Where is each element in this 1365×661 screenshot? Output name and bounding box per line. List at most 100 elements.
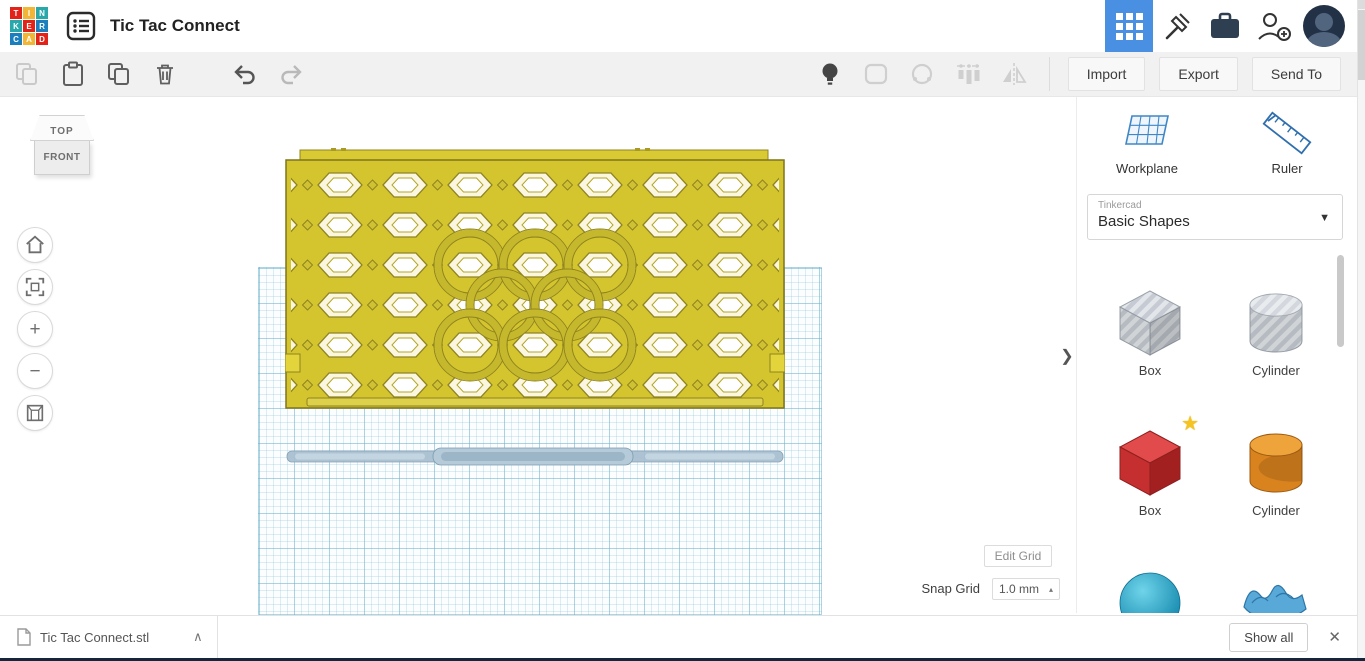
toolbar-adjust-group — [815, 59, 1029, 89]
undo-button[interactable] — [230, 59, 260, 89]
shape-cylinder-orange[interactable]: Cylinder — [1213, 409, 1339, 549]
logo-tile: E — [23, 20, 35, 32]
group-button[interactable] — [861, 59, 891, 89]
export-button[interactable]: Export — [1159, 57, 1237, 91]
shape-category-dropdown[interactable]: Tinkercad Basic Shapes ▼ — [1087, 194, 1343, 240]
edit-grid-button[interactable]: Edit Grid — [984, 545, 1052, 567]
view-cube-top-face[interactable]: TOP — [30, 115, 94, 141]
redo-button[interactable] — [276, 59, 306, 89]
tools-button[interactable] — [1153, 0, 1201, 52]
header-actions — [1105, 0, 1357, 52]
snap-grid-select[interactable]: 1.0 mm ▴ — [992, 578, 1060, 600]
paste-button[interactable] — [58, 59, 88, 89]
model-flat-part[interactable] — [285, 444, 785, 468]
send-to-button[interactable]: Send To — [1252, 57, 1341, 91]
scroll-up-arrow[interactable] — [1358, 0, 1365, 9]
toolbar-edit-group — [12, 59, 306, 89]
logo-tile: A — [23, 33, 35, 45]
logo-tile: C — [10, 33, 22, 45]
design-canvas[interactable]: TOP FRONT + − — [0, 97, 1076, 615]
chevron-down-icon: ▼ — [1319, 212, 1330, 224]
window-scrollbar[interactable] — [1357, 0, 1365, 658]
shape-scribble-blue[interactable] — [1213, 549, 1339, 613]
align-button[interactable] — [953, 59, 983, 89]
import-button[interactable]: Import — [1068, 57, 1146, 91]
workplane-tool[interactable]: Workplane — [1077, 111, 1217, 176]
copy-button[interactable] — [12, 59, 42, 89]
shape-label: Box — [1139, 363, 1161, 378]
duplicate-icon — [106, 61, 132, 87]
perspective-toggle-button[interactable] — [17, 395, 53, 431]
fit-view-button[interactable] — [17, 269, 53, 305]
light-preview-button[interactable] — [815, 59, 845, 89]
ruler-tool-label: Ruler — [1271, 161, 1302, 176]
shape-category-value: Basic Shapes — [1098, 213, 1332, 230]
zoom-out-button[interactable]: − — [17, 353, 53, 389]
list-menu-icon — [65, 10, 97, 42]
trash-icon — [152, 61, 178, 87]
ungroup-shapes-icon — [908, 61, 936, 87]
sphere-teal-icon — [1110, 561, 1190, 613]
home-view-button[interactable] — [17, 227, 53, 263]
designs-menu-button[interactable] — [64, 9, 98, 43]
undo-icon — [231, 61, 259, 87]
panel-scrollbar-thumb[interactable] — [1337, 255, 1344, 347]
person-plus-icon — [1254, 8, 1292, 44]
cylinder-orange-icon — [1236, 421, 1316, 501]
blocks-view-button[interactable] — [1105, 0, 1153, 52]
avatar-silhouette — [1315, 13, 1333, 31]
hammer-icon — [1160, 9, 1194, 43]
shape-box-red[interactable]: ★ Box — [1087, 409, 1213, 549]
shape-cylinder-striped[interactable]: Cylinder — [1213, 269, 1339, 409]
group-shapes-icon — [862, 61, 890, 87]
scrollbar-thumb[interactable] — [1358, 10, 1365, 80]
briefcase-button[interactable] — [1201, 0, 1249, 52]
show-all-button[interactable]: Show all — [1229, 623, 1308, 652]
imported-file-name: Tic Tac Connect.stl — [40, 630, 149, 645]
lightbulb-icon — [817, 60, 843, 88]
redo-icon — [277, 61, 305, 87]
view-controls: + − — [17, 227, 53, 431]
imported-file-tab[interactable]: Tic Tac Connect.stl ∧ — [0, 616, 217, 658]
workplane-icon — [1120, 111, 1174, 155]
tinkercad-logo[interactable]: T I N K E R C A D — [10, 7, 48, 45]
cylinder-striped-icon — [1236, 281, 1316, 361]
logo-tile: I — [23, 7, 35, 19]
shape-category-caption: Tinkercad — [1098, 200, 1332, 211]
snap-grid-value: 1.0 mm — [999, 582, 1039, 596]
ruler-icon — [1260, 111, 1314, 155]
duplicate-button[interactable] — [104, 59, 134, 89]
shape-sphere-teal[interactable] — [1087, 549, 1213, 613]
avatar[interactable] — [1303, 5, 1345, 47]
zoom-in-button[interactable]: + — [17, 311, 53, 347]
tinkercad-app: T I N K E R C A D Tic Tac Connect — [0, 0, 1365, 661]
delete-button[interactable] — [150, 59, 180, 89]
close-icon[interactable]: ✕ — [1328, 628, 1341, 646]
header: T I N K E R C A D Tic Tac Connect — [0, 0, 1357, 52]
logo-tile: R — [36, 20, 48, 32]
spinner-up-icon[interactable]: ▴ — [1049, 585, 1053, 594]
workplane-tool-label: Workplane — [1116, 161, 1178, 176]
ungroup-button[interactable] — [907, 59, 937, 89]
add-user-button[interactable] — [1249, 0, 1297, 52]
file-icon — [16, 628, 32, 646]
fit-view-icon — [24, 276, 46, 298]
design-title[interactable]: Tic Tac Connect — [110, 16, 240, 36]
snap-grid-label: Snap Grid — [900, 581, 980, 596]
toolbar-io-group: Import Export Send To — [1049, 57, 1341, 91]
blocks-grid-icon — [1116, 13, 1143, 40]
shapes-grid: Box — [1087, 269, 1339, 613]
flip-button[interactable] — [999, 59, 1029, 89]
ruler-tool[interactable]: Ruler — [1217, 111, 1357, 176]
briefcase-icon — [1207, 9, 1243, 43]
view-cube[interactable]: TOP FRONT — [28, 115, 102, 181]
panel-collapse-handle[interactable]: ❯ — [1058, 340, 1076, 372]
chevron-up-icon[interactable]: ∧ — [193, 629, 203, 645]
shape-label: Cylinder — [1252, 503, 1300, 518]
shape-label: Cylinder — [1252, 363, 1300, 378]
shapes-panel: Workplane Ruler Tinkercad Basic Shapes ▼ — [1076, 97, 1357, 613]
shape-box-striped[interactable]: Box — [1087, 269, 1213, 409]
model-tic-tac-connect[interactable] — [285, 148, 785, 416]
view-cube-front-face[interactable]: FRONT — [34, 141, 90, 175]
shape-label: Box — [1139, 503, 1161, 518]
